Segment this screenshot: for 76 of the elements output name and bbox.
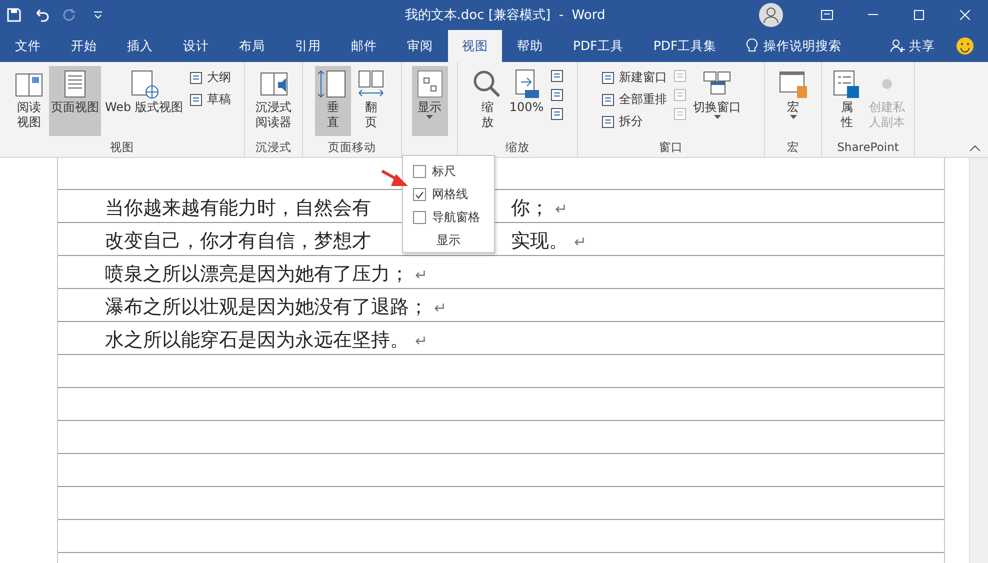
small-page-icon <box>188 92 203 106</box>
ribbon-button[interactable]: 100% <box>507 66 546 136</box>
ribbon-button[interactable]: Web 版式视图 <box>103 66 185 136</box>
share-button[interactable]: 共享 <box>909 38 935 54</box>
account-icon[interactable] <box>758 2 784 28</box>
paragraph-mark: ↵ <box>415 331 428 352</box>
small-page-icon <box>550 107 564 121</box>
document-text: 改变自己，你才有自信，梦想才 <box>105 229 371 254</box>
ribbon-tab[interactable]: 开始 <box>56 30 112 62</box>
window-title: 我的文本.doc [兼容模式] - Word <box>404 7 606 24</box>
ribbon-button[interactable]: 宏 <box>775 66 811 136</box>
group-label: 宏 <box>786 140 800 156</box>
menu-item[interactable]: 导航窗格 <box>403 206 494 229</box>
menu-item[interactable]: 网格线 <box>403 183 494 206</box>
ribbon-tab[interactable]: 邮件 <box>336 30 392 62</box>
ribbon-tab[interactable]: 插入 <box>112 30 168 62</box>
ribbon-tab[interactable]: PDF工具 <box>558 30 638 62</box>
small-page-icon <box>188 70 203 84</box>
ribbon-tab[interactable]: 文件 <box>0 30 56 62</box>
document-text: 瀑布之所以壮观是因为她没有了退路； <box>105 295 428 320</box>
group-label: 沉浸式 <box>254 140 292 156</box>
ribbon-button[interactable]: 页面视图 <box>49 66 101 136</box>
document-text: 你； <box>511 196 549 221</box>
small-page-icon <box>601 114 615 128</box>
lightbulb-icon <box>746 38 758 54</box>
paragraph-mark: ↵ <box>434 298 447 319</box>
ribbon-tab[interactable]: 帮助 <box>502 30 558 62</box>
paragraph-mark: ↵ <box>415 265 428 286</box>
dot-icon <box>881 78 893 90</box>
ribbon-button[interactable]: 属性 <box>829 66 865 136</box>
document-text: 喷泉之所以漂亮是因为她有了压力； <box>105 262 409 287</box>
menu-item[interactable]: 标尺 <box>403 160 494 183</box>
ribbon-button[interactable]: 垂直 <box>315 66 351 136</box>
document-text: 当你越来越有能力时，自然会有 <box>105 196 371 221</box>
checkbox[interactable] <box>413 165 426 178</box>
smiley-icon[interactable] <box>956 37 974 55</box>
paragraph-mark: ↵ <box>555 199 568 220</box>
ribbon-small-button[interactable]: 拆分 <box>599 112 669 131</box>
document-text: 水之所以能穿石是因为永远在坚持。 <box>105 328 409 353</box>
checkbox[interactable] <box>413 211 426 224</box>
ribbon-tab[interactable]: 审阅 <box>392 30 448 62</box>
ribbon-tab[interactable]: 视图 <box>448 30 502 62</box>
paragraph-mark: ↵ <box>574 232 587 253</box>
ribbon-button[interactable]: 显示 <box>412 66 448 136</box>
tell-me-search[interactable]: 操作说明搜索 <box>764 38 842 54</box>
person-icon <box>890 39 906 53</box>
small-page-icon <box>673 69 687 83</box>
document-text: 实现。 <box>511 229 568 254</box>
ribbon-button[interactable]: 缩放 <box>469 66 506 136</box>
ribbon-small-button[interactable]: 全部重排 <box>599 90 669 109</box>
small-page-icon <box>601 70 615 84</box>
ribbon-small-button[interactable]: 新建窗口 <box>599 68 669 87</box>
ribbon-tab[interactable]: PDF工具集 <box>638 30 732 62</box>
ribbon-button[interactable]: 沉浸式阅读器 <box>254 66 294 136</box>
scrollbar[interactable] <box>969 158 988 563</box>
group-label: 页面移动 <box>327 140 377 156</box>
ribbon-small-button[interactable]: 大纲 <box>186 68 233 87</box>
small-page-icon <box>673 88 687 102</box>
group-label: 视图 <box>109 140 135 156</box>
small-page-icon <box>673 107 687 121</box>
ribbon-small-button[interactable]: 草稿 <box>186 90 233 109</box>
ribbon-button[interactable]: 阅读视图 <box>11 66 47 136</box>
ribbon-tab[interactable]: 设计 <box>168 30 224 62</box>
ribbon-tab[interactable]: 布局 <box>224 30 280 62</box>
small-page-icon <box>550 88 564 102</box>
ribbon-button[interactable]: 翻页 <box>353 66 389 136</box>
group-label: SharePoint <box>836 140 900 156</box>
small-page-icon <box>550 69 564 83</box>
pointer-arrow <box>380 169 410 189</box>
group-label: 窗口 <box>658 140 684 156</box>
ribbon-button[interactable]: 切换窗口 <box>691 66 743 136</box>
ribbon-tab[interactable]: 引用 <box>280 30 336 62</box>
small-page-icon <box>601 92 615 106</box>
checkbox[interactable] <box>413 188 426 201</box>
group-label: 缩放 <box>504 140 530 156</box>
menu-footer-label: 显示 <box>436 232 462 249</box>
